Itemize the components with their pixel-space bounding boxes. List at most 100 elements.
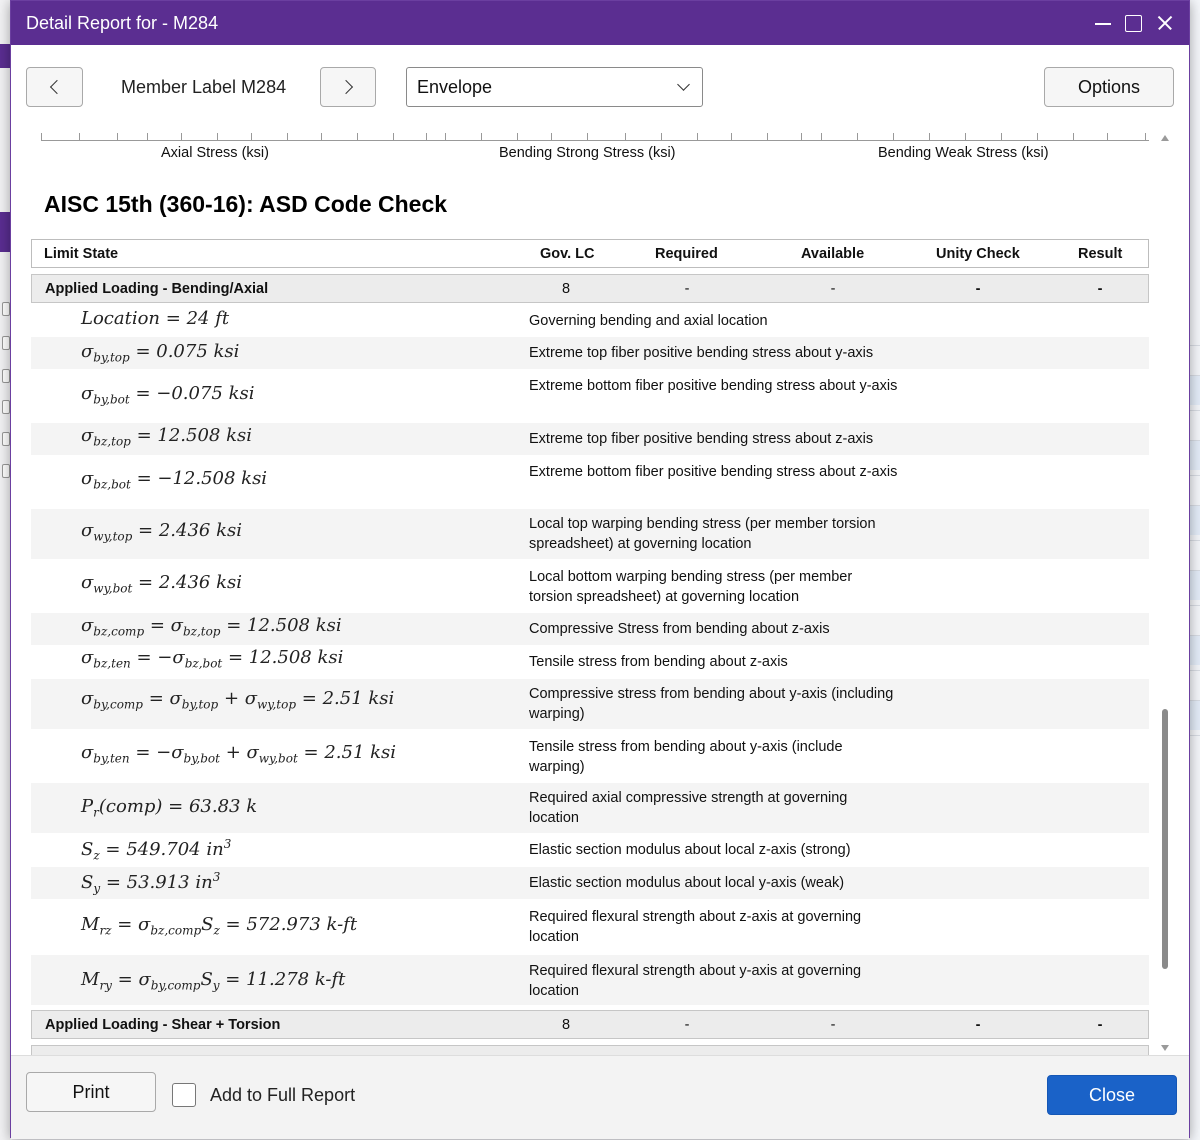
row-description: Elastic section modulus about local z-ax… <box>529 842 851 858</box>
axis-label-axial: Axial Stress (ksi) <box>161 145 269 161</box>
row-description: Extreme bottom fiber positive bending st… <box>529 464 898 480</box>
row-description: Governing bending and axial location <box>529 313 768 329</box>
next-member-button[interactable] <box>320 67 376 107</box>
group-row-partial <box>31 1045 1149 1055</box>
table-header: Limit State Gov. LC Required Available U… <box>31 239 1149 268</box>
row-description: Tensile stress from bending about y-axis… <box>529 739 843 775</box>
row-description: Extreme bottom fiber positive bending st… <box>529 378 898 394</box>
section-title: AISC 15th (360-16): ASD Code Check <box>44 191 448 217</box>
group-unity: - <box>975 1017 981 1033</box>
table-row: σbz,ten = −σbz,bot = 12.508 ksi Tensile … <box>31 645 1149 679</box>
equation: σby,top = 0.075 ksi <box>81 341 240 365</box>
header-required: Required <box>655 246 718 262</box>
chevron-down-icon <box>677 78 690 91</box>
header-limit-state: Limit State <box>44 246 119 262</box>
table-row: σbz,bot = −12.508 ksi Extreme bottom fib… <box>31 455 1149 509</box>
header-result: Result <box>1078 246 1123 262</box>
table-row: Location = 24 ft Governing bending and a… <box>31 303 1149 337</box>
load-combination-select[interactable]: Envelope <box>406 67 703 107</box>
equation: σby,bot = −0.075 ksi <box>81 383 255 407</box>
row-description: Local top warping bending stress (per me… <box>529 516 876 552</box>
group-gov-lc: 8 <box>561 281 571 297</box>
close-window-icon[interactable] <box>1153 11 1177 35</box>
diagram-axis-ticks <box>41 131 1149 141</box>
equation: Sy = 53.913 in3 <box>81 870 221 896</box>
table-row: Mrz = σbz,compSz = 572.973 k-ft Required… <box>31 899 1149 955</box>
print-button[interactable]: Print <box>26 1072 156 1112</box>
previous-member-button[interactable] <box>26 67 83 107</box>
minimize-icon[interactable] <box>1091 11 1115 35</box>
table-row: σwy,top = 2.436 ksi Local top warping be… <box>31 509 1149 559</box>
equation: σbz,top = 12.508 ksi <box>81 425 252 449</box>
equation: σbz,ten = −σbz,bot = 12.508 ksi <box>81 647 344 671</box>
row-description: Tensile stress from bending about z-axis <box>529 654 788 670</box>
chevron-left-icon <box>49 79 64 95</box>
equation: σbz,comp = σbz,top = 12.508 ksi <box>81 615 342 639</box>
group-row-shear-torsion[interactable]: Applied Loading - Shear + Torsion 8 - - … <box>31 1010 1149 1039</box>
table-row: σby,ten = −σby,bot + σwy,bot = 2.51 ksi … <box>31 729 1149 783</box>
equation: σby,ten = −σby,bot + σwy,bot = 2.51 ksi <box>81 742 397 766</box>
group-gov-lc: 8 <box>561 1017 571 1033</box>
row-description: Compressive stress from bending about y-… <box>529 686 894 722</box>
table-row: Mry = σby,compSy = 11.278 k-ft Required … <box>31 955 1149 1005</box>
group-available: - <box>830 1017 836 1033</box>
axis-label-bending-weak: Bending Weak Stress (ksi) <box>878 145 1049 161</box>
dialog-title: Detail Report for - M284 <box>26 12 219 33</box>
row-description: Compressive Stress from bending about z-… <box>529 621 830 637</box>
add-to-full-report-label: Add to Full Report <box>210 1085 356 1105</box>
scroll-thumb[interactable] <box>1162 709 1168 969</box>
toolbar: Member Label M284 Envelope Options <box>11 45 1189 131</box>
group-row-bending-axial[interactable]: Applied Loading - Bending/Axial 8 - - - … <box>31 274 1149 303</box>
table-row: σbz,top = 12.508 ksi Extreme top fiber p… <box>31 423 1149 455</box>
row-description: Required flexural strength about y-axis … <box>529 963 862 999</box>
group-unity: - <box>975 281 981 297</box>
table-row: σby,top = 0.075 ksi Extreme top fiber po… <box>31 337 1149 369</box>
detail-report-dialog: Detail Report for - M284 Member Label M2… <box>10 0 1190 1139</box>
axis-label-bending-strong: Bending Strong Stress (ksi) <box>499 145 676 161</box>
report-content[interactable]: Axial Stress (ksi) Bending Strong Stress… <box>31 131 1159 1055</box>
header-available: Available <box>801 246 865 262</box>
row-description: Extreme top fiber positive bending stres… <box>529 431 874 447</box>
row-description: Required axial compressive strength at g… <box>529 790 848 826</box>
close-button[interactable]: Close <box>1047 1075 1177 1115</box>
group-available: - <box>830 281 836 297</box>
vertical-scrollbar[interactable] <box>1159 131 1171 1055</box>
scroll-down-icon[interactable] <box>1161 1045 1169 1051</box>
group-label: Applied Loading - Shear + Torsion <box>45 1017 281 1033</box>
title-bar: Detail Report for - M284 <box>11 1 1189 45</box>
row-description: Local bottom warping bending stress (per… <box>529 569 853 605</box>
options-button[interactable]: Options <box>1044 67 1174 107</box>
row-description: Elastic section modulus about local y-ax… <box>529 875 845 891</box>
table-row: σwy,bot = 2.436 ksi Local bottom warping… <box>31 559 1149 613</box>
table-row: σbz,comp = σbz,top = 12.508 ksi Compress… <box>31 613 1149 645</box>
chevron-right-icon <box>338 79 354 95</box>
member-label: Member Label M284 <box>121 77 287 97</box>
group-required: - <box>684 1017 690 1033</box>
table-row: σby,bot = −0.075 ksi Extreme bottom fibe… <box>31 369 1149 423</box>
group-required: - <box>684 281 690 297</box>
equation: σwy,top = 2.436 ksi <box>81 520 242 544</box>
table-row: Sy = 53.913 in3 Elastic section modulus … <box>31 867 1149 899</box>
select-value: Envelope <box>417 76 493 97</box>
header-gov-lc: Gov. LC <box>540 246 595 262</box>
table-row: Pr(comp) = 63.83 k Required axial compre… <box>31 783 1149 833</box>
header-unity-check: Unity Check <box>936 246 1020 262</box>
group-result: - <box>1097 1017 1103 1033</box>
equation: Mrz = σbz,compSz = 572.973 k-ft <box>81 914 358 938</box>
table-row: σby,comp = σby,top + σwy,top = 2.51 ksi … <box>31 679 1149 729</box>
equation: σbz,bot = −12.508 ksi <box>81 468 268 492</box>
scroll-up-icon[interactable] <box>1161 135 1169 141</box>
equation: Sz = 549.704 in3 <box>81 837 232 863</box>
equation: σwy,bot = 2.436 ksi <box>81 572 242 596</box>
row-description: Required flexural strength about z-axis … <box>529 909 862 945</box>
dialog-footer: Print Add to Full Report Close <box>11 1055 1189 1139</box>
add-to-full-report-checkbox[interactable] <box>172 1083 196 1107</box>
group-result: - <box>1097 281 1103 297</box>
table-row: Sz = 549.704 in3 Elastic section modulus… <box>31 833 1149 867</box>
row-description: Extreme top fiber positive bending stres… <box>529 345 874 361</box>
group-label: Applied Loading - Bending/Axial <box>45 281 269 297</box>
equation: Pr(comp) = 63.83 k <box>81 796 258 820</box>
maximize-icon[interactable] <box>1121 11 1145 35</box>
equation: σby,comp = σby,top + σwy,top = 2.51 ksi <box>81 688 395 712</box>
equation: Mry = σby,compSy = 11.278 k-ft <box>81 969 346 993</box>
